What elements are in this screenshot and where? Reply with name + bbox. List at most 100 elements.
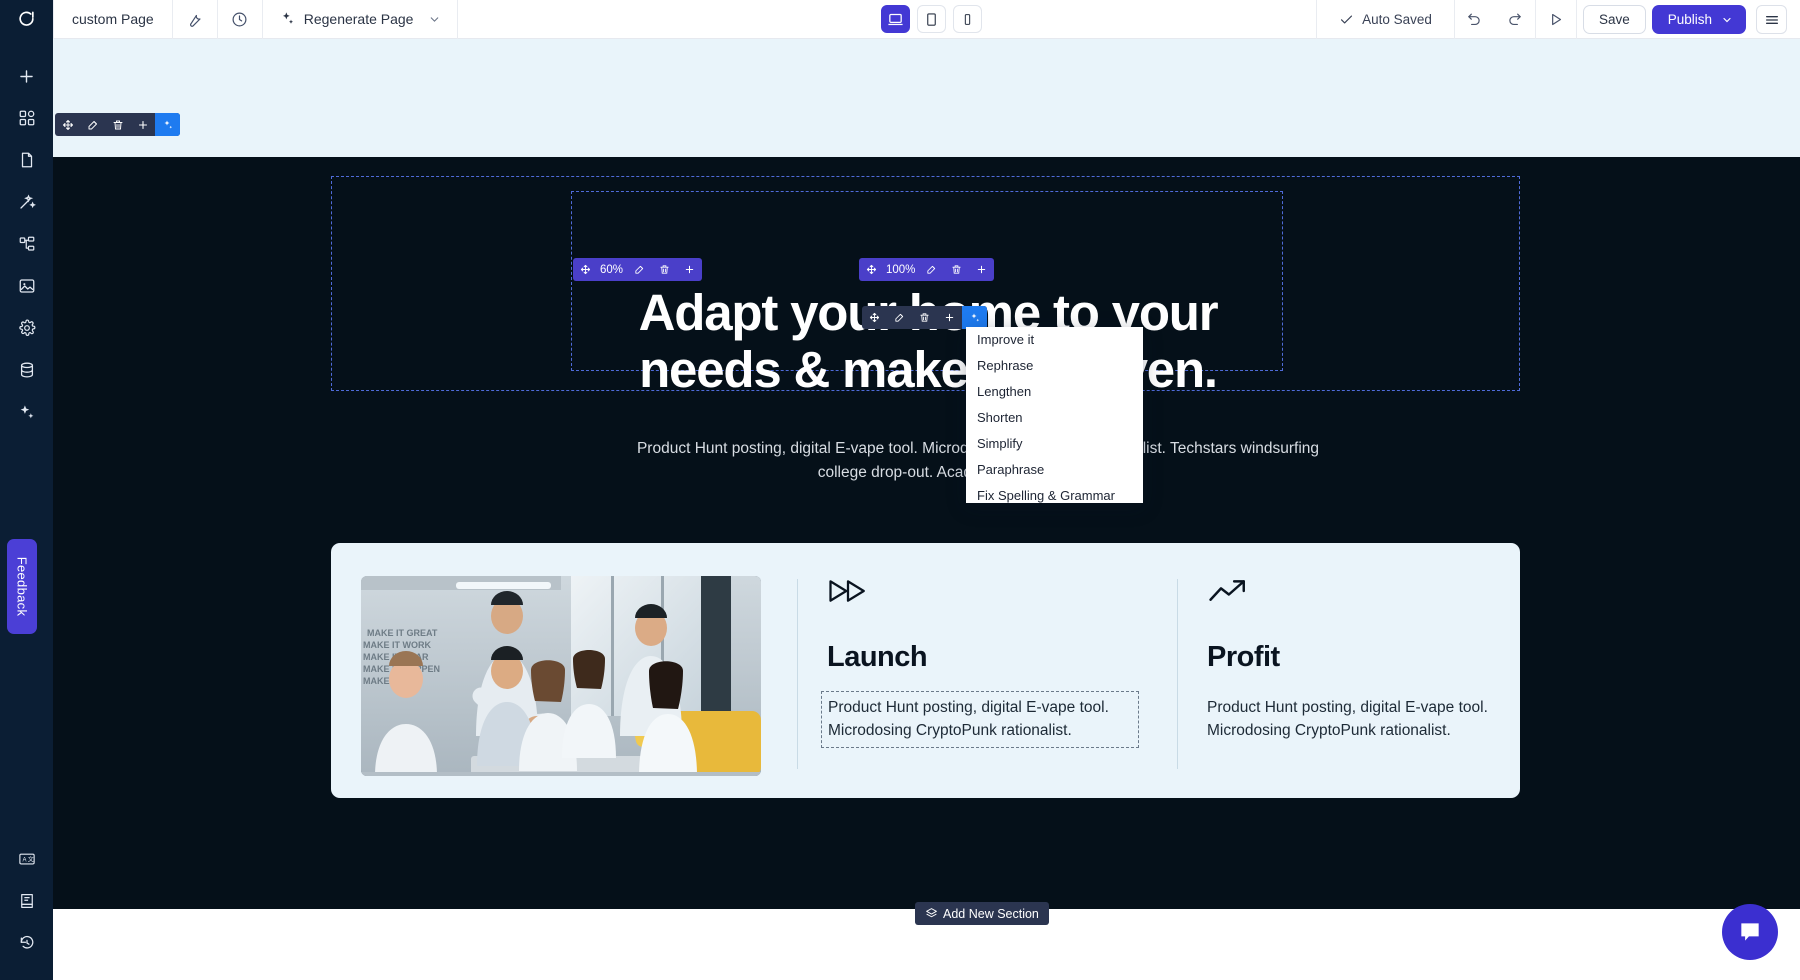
sidebar-item-translate[interactable]: A 文	[0, 838, 53, 880]
topbar-right-group: Auto Saved Save Publish	[1316, 0, 1800, 39]
menu-button[interactable]	[1756, 5, 1787, 34]
move-handle[interactable]	[862, 306, 887, 329]
edit-button[interactable]	[887, 306, 912, 329]
ai-menu-item-fix-spelling-grammar[interactable]: Fix Spelling & Grammar	[966, 483, 1143, 503]
page-icon	[21, 152, 32, 168]
save-button[interactable]: Save	[1582, 5, 1646, 34]
chat-button[interactable]	[1722, 904, 1778, 960]
move-icon	[580, 264, 591, 275]
regenerate-page-button[interactable]: Regenerate Page	[263, 0, 458, 39]
move-handle[interactable]	[573, 258, 598, 281]
sidebar-item-docs[interactable]	[0, 880, 53, 922]
plus-icon	[138, 120, 147, 129]
fast-forward-icon	[827, 576, 1139, 618]
section-edit-toolbar	[55, 113, 180, 136]
viewport-tablet-button[interactable]	[917, 5, 946, 33]
trending-up-icon	[1207, 576, 1519, 618]
add-new-section-button[interactable]: Add New Section	[915, 902, 1049, 925]
autosaved-label: Auto Saved	[1362, 12, 1432, 27]
phone-icon	[964, 13, 971, 25]
redo-icon[interactable]	[1495, 0, 1535, 39]
pencil-square-icon	[895, 313, 904, 322]
add-button[interactable]	[677, 258, 702, 281]
hero-heading[interactable]: Adapt your home to your needs & make it …	[593, 284, 1263, 398]
ai-actions-menu: Improve it Rephrase Lengthen Shorten Sim…	[966, 327, 1143, 503]
left-rail: Feedback A 文	[0, 39, 53, 980]
pencil-square-icon	[88, 120, 97, 129]
feature-title: Profit	[1207, 641, 1280, 673]
text-edit-toolbar	[862, 306, 987, 329]
tablet-icon	[927, 12, 936, 26]
app-logo[interactable]	[0, 0, 53, 39]
regenerate-label: Regenerate Page	[303, 11, 414, 27]
feature-column-launch: Launch Product Hunt posting, digital E-v…	[821, 576, 1139, 748]
column-divider	[797, 579, 798, 769]
edit-button[interactable]	[80, 113, 105, 136]
feature-title: Launch	[827, 641, 928, 673]
sitemap-icon	[19, 236, 34, 251]
edit-button[interactable]	[627, 258, 652, 281]
svg-text:文: 文	[27, 855, 33, 863]
wrench-icon[interactable]	[173, 0, 217, 39]
move-handle[interactable]	[55, 113, 80, 136]
viewport-mobile-button[interactable]	[953, 5, 982, 33]
sidebar-item-blocks[interactable]	[0, 97, 53, 139]
play-icon[interactable]	[1536, 0, 1576, 39]
zoom-level[interactable]: 100%	[884, 258, 919, 281]
trash-icon	[113, 120, 122, 129]
sidebar-item-layers[interactable]	[0, 223, 53, 265]
delete-button[interactable]	[105, 113, 130, 136]
heading-edit-toolbar: 60%	[573, 258, 703, 281]
delete-button[interactable]	[912, 306, 937, 329]
photo-illustration: MAKE IT GREAT MAKE IT WORK MAKE IT SOAR …	[361, 576, 761, 776]
add-new-section-label: Add New Section	[943, 906, 1039, 921]
svg-text:MAKE IT GREAT: MAKE IT GREAT	[367, 628, 438, 638]
ai-menu-item-paraphrase[interactable]: Paraphrase	[966, 457, 1143, 483]
sidebar-item-history[interactable]	[0, 922, 53, 964]
delete-button[interactable]	[944, 258, 969, 281]
chevron-down-icon[interactable]	[428, 13, 441, 26]
divider	[1575, 0, 1577, 39]
trash-icon	[660, 265, 669, 274]
sidebar-item-settings[interactable]	[0, 307, 53, 349]
sidebar-item-database[interactable]	[0, 349, 53, 391]
database-icon	[20, 362, 33, 378]
team-meeting-photo: MAKE IT GREAT MAKE IT WORK MAKE IT SOAR …	[361, 576, 761, 776]
move-icon	[866, 264, 877, 275]
pencil-square-icon	[927, 265, 936, 274]
grid-blocks-icon	[19, 110, 34, 126]
trash-icon	[920, 313, 929, 322]
zoom-level[interactable]: 60%	[598, 258, 627, 281]
ai-menu-item-shorten[interactable]: Shorten	[966, 405, 1143, 431]
add-button[interactable]	[130, 113, 155, 136]
sidebar-item-media[interactable]	[0, 265, 53, 307]
logo-glyph-icon	[19, 11, 34, 26]
ai-button[interactable]	[962, 306, 987, 329]
ai-menu-item-improve-it[interactable]: Improve it	[966, 327, 1143, 353]
move-icon	[62, 119, 73, 130]
ai-menu-item-lengthen[interactable]: Lengthen	[966, 379, 1143, 405]
feature-card: MAKE IT GREAT MAKE IT WORK MAKE IT SOAR …	[331, 543, 1520, 798]
publish-button[interactable]: Publish	[1651, 5, 1746, 34]
rail-items	[0, 39, 53, 433]
feature-body[interactable]: Product Hunt posting, digital E-vape too…	[1207, 696, 1519, 743]
ai-menu-item-rephrase[interactable]: Rephrase	[966, 353, 1143, 379]
sidebar-item-design[interactable]	[0, 181, 53, 223]
ai-menu-item-simplify[interactable]: Simplify	[966, 431, 1143, 457]
ai-button[interactable]	[155, 113, 180, 136]
viewport-desktop-button[interactable]	[881, 5, 910, 33]
feature-body[interactable]: Product Hunt posting, digital E-vape too…	[821, 691, 1139, 748]
move-handle[interactable]	[859, 258, 884, 281]
add-button[interactable]	[969, 258, 994, 281]
sidebar-item-ai[interactable]	[0, 391, 53, 433]
edit-button[interactable]	[919, 258, 944, 281]
plus-icon	[945, 313, 954, 322]
undo-icon[interactable]	[1455, 0, 1495, 39]
clock-icon[interactable]	[218, 0, 262, 39]
delete-button[interactable]	[652, 258, 677, 281]
add-button[interactable]	[937, 306, 962, 329]
chevron-down-icon	[1723, 17, 1731, 22]
sidebar-item-pages[interactable]	[0, 139, 53, 181]
feedback-button[interactable]: Feedback	[7, 539, 37, 634]
sidebar-item-add[interactable]	[0, 55, 53, 97]
